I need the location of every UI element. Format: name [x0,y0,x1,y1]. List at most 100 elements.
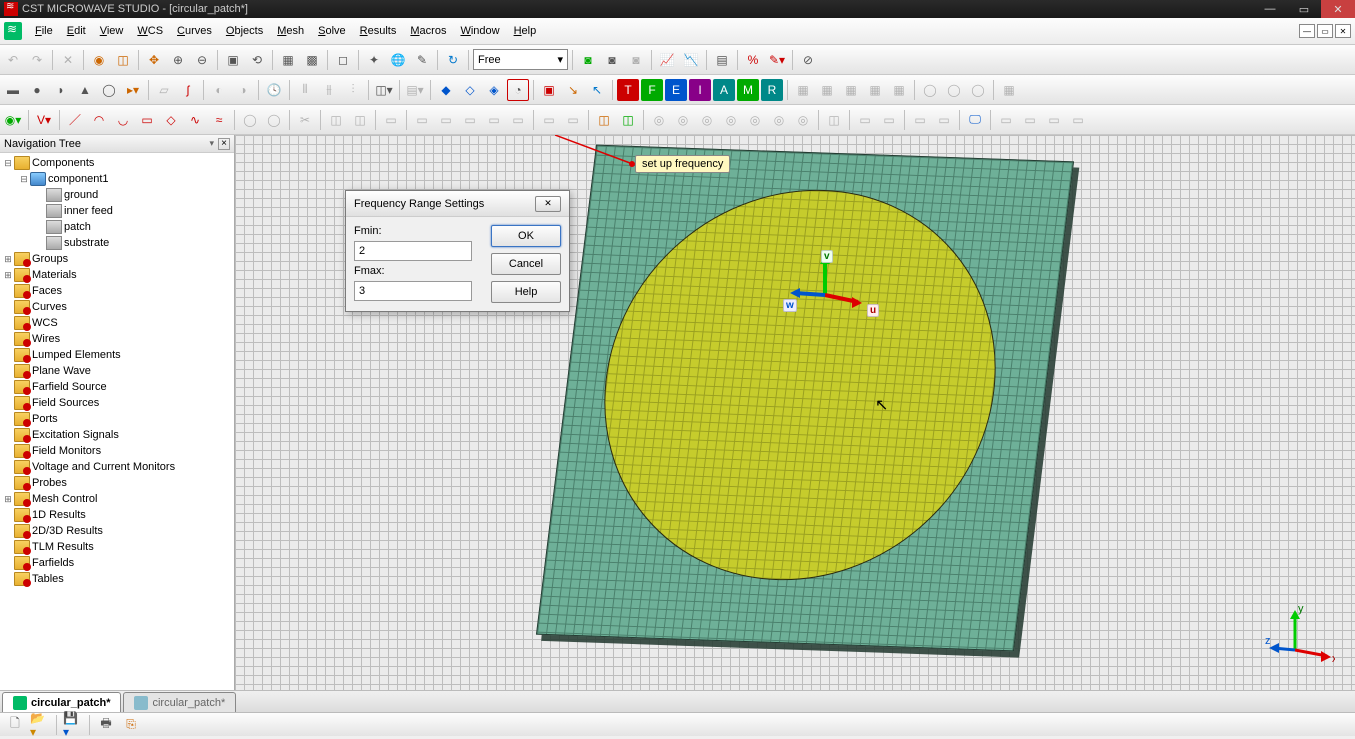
move-icon[interactable]: ✥ [143,49,165,71]
g5-icon[interactable]: ◎ [744,109,766,131]
tree-item[interactable]: 2D/3D Results [2,523,232,539]
history-icon[interactable]: 🕓 [263,79,285,101]
op9-icon[interactable]: ▭ [538,109,560,131]
pick-point-icon[interactable]: ◉▾ [2,109,24,131]
undo-icon[interactable]: ↶ [2,49,24,71]
poly-icon[interactable]: ◇ [160,109,182,131]
status-print-icon[interactable]: 🖶 [95,714,117,736]
doc-tab-inactive[interactable]: circular_patch* [123,692,236,712]
delete-icon[interactable]: ✕ [57,49,79,71]
op1-icon[interactable]: ◫ [325,109,347,131]
picker2-icon[interactable]: ◫ [617,109,639,131]
cancel-button[interactable]: Cancel [491,253,561,275]
tree-item[interactable]: ⊞Mesh Control [2,491,232,507]
tree-item[interactable]: 1D Results [2,507,232,523]
g6-icon[interactable]: ◎ [768,109,790,131]
navigation-tree[interactable]: ⊟Components ⊟component1 ground inner fee… [0,153,234,690]
tree-item[interactable]: Wires [2,331,232,347]
fmax-input[interactable] [354,281,472,301]
tree-item[interactable]: Excitation Signals [2,427,232,443]
mdi-restore-button[interactable]: ▭ [1317,24,1333,38]
tree-item[interactable]: WCS [2,315,232,331]
bool1-icon[interactable]: ◐ [208,79,230,101]
3d-viewport[interactable]: u v w ↖ set up frequency x y z Frequency… [235,135,1355,690]
sheet-icon[interactable]: ▱ [153,79,175,101]
doc-tab-active[interactable]: circular_patch* [2,692,121,712]
vec-red-icon[interactable]: V▾ [33,109,55,131]
arc1-icon[interactable]: ◠ [88,109,110,131]
globe-icon[interactable]: 🌐 [387,49,409,71]
frequency-button[interactable]: ◔ [507,79,529,101]
tree-item[interactable]: Probes [2,475,232,491]
res5-icon[interactable]: ▦ [888,79,910,101]
pen-icon[interactable]: ✎▾ [766,49,788,71]
g7-icon[interactable]: ◎ [792,109,814,131]
app-close-button[interactable]: ✕ [1321,0,1355,18]
tree-item[interactable]: ⊞Groups [2,251,232,267]
menu-solve[interactable]: Solve [311,18,353,45]
status-open-icon[interactable]: 📂▾ [29,714,51,736]
view-mode-dropdown[interactable]: Free [473,49,568,70]
res1-icon[interactable]: ▦ [792,79,814,101]
tree-item[interactable]: Farfield Source [2,379,232,395]
material-icon[interactable]: ◉ [88,49,110,71]
tree-item[interactable]: Curves [2,299,232,315]
screen-icon[interactable]: 🖵 [964,109,986,131]
menu-window[interactable]: Window [453,18,506,45]
sphere-icon[interactable]: ● [26,79,48,101]
h4-icon[interactable]: ▭ [933,109,955,131]
g8-icon[interactable]: ◫ [823,109,845,131]
e-icon[interactable]: E [665,79,687,101]
g4-icon[interactable]: ◎ [720,109,742,131]
tree-item[interactable]: Plane Wave [2,363,232,379]
layer-icon[interactable]: ◫ [112,49,134,71]
cone-icon[interactable]: ▲ [74,79,96,101]
k4-icon[interactable]: ▭ [1067,109,1089,131]
tree-item[interactable]: Tables [2,571,232,587]
curve-icon[interactable]: ʃ [177,79,199,101]
arc2-icon[interactable]: ◡ [112,109,134,131]
tree-item[interactable]: ⊞Materials [2,267,232,283]
r-icon[interactable]: R [761,79,783,101]
zoom-in-icon[interactable]: ⊕ [167,49,189,71]
param-icon[interactable]: ◫▾ [373,79,395,101]
align2-icon[interactable]: ⫵ [318,79,340,101]
h1-icon[interactable]: ▭ [854,109,876,131]
help-button[interactable]: Help [491,281,561,303]
status-new-icon[interactable]: 🗋 [4,714,26,736]
solve-red-icon[interactable]: ▣ [538,79,560,101]
dialog-close-button[interactable]: ✕ [535,196,561,212]
menu-mesh[interactable]: Mesh [270,18,311,45]
menu-objects[interactable]: Objects [219,18,270,45]
minimize-button[interactable]: — [1253,0,1287,18]
circ3-icon[interactable]: ◯ [967,79,989,101]
cylinder-icon[interactable]: ◗ [50,79,72,101]
mdi-close-button[interactable]: ✕ [1335,24,1351,38]
op10-icon[interactable]: ▭ [562,109,584,131]
tree-item[interactable]: TLM Results [2,539,232,555]
menu-wcs[interactable]: WCS [130,18,170,45]
op5-icon[interactable]: ▭ [435,109,457,131]
fit-icon[interactable]: ▣ [222,49,244,71]
g3-icon[interactable]: ◎ [696,109,718,131]
rotate-icon[interactable]: ⟲ [246,49,268,71]
align3-icon[interactable]: ⫶ [342,79,364,101]
f-icon[interactable]: F [641,79,663,101]
mdi-minimize-button[interactable]: — [1299,24,1315,38]
cut1-icon[interactable]: ✂ [294,109,316,131]
box-icon[interactable]: ◻ [332,49,354,71]
tree-item[interactable]: Field Monitors [2,443,232,459]
page-icon[interactable]: ▤ [711,49,733,71]
op7-icon[interactable]: ▭ [483,109,505,131]
brick-icon[interactable]: ▬ [2,79,24,101]
menu-curves[interactable]: Curves [170,18,219,45]
op2-icon[interactable]: ◫ [349,109,371,131]
c2-icon[interactable]: ◯ [263,109,285,131]
m-icon[interactable]: M [737,79,759,101]
menu-view[interactable]: View [93,18,131,45]
rect-icon[interactable]: ▭ [136,109,158,131]
k3-icon[interactable]: ▭ [1043,109,1065,131]
xyz-compass-icon[interactable]: x y z [1265,600,1335,670]
star-icon[interactable]: ✦ [363,49,385,71]
h2-icon[interactable]: ▭ [878,109,900,131]
